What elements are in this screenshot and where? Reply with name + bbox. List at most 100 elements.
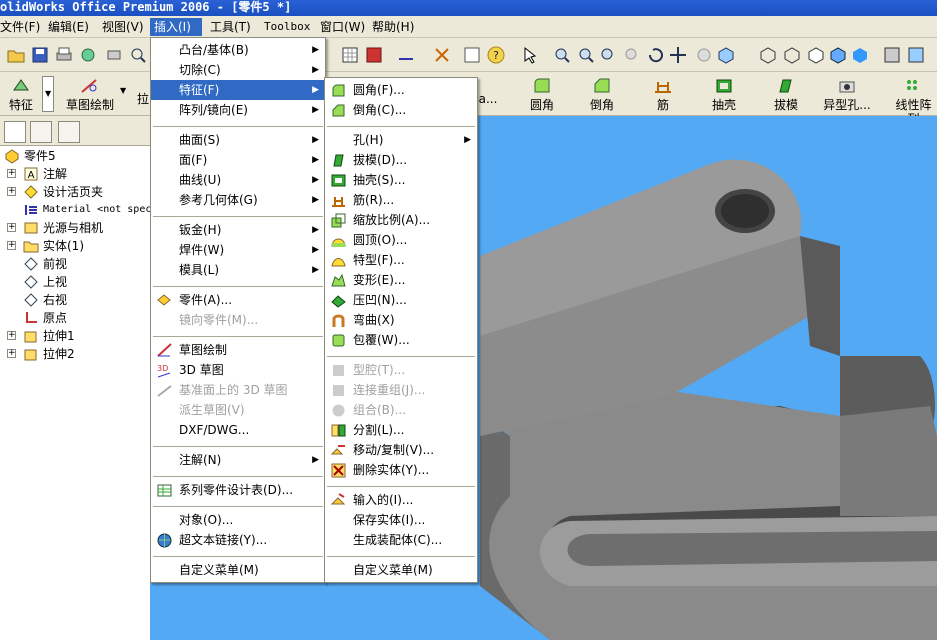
menu-item-pattern-mirror[interactable]: 阵列/镜向(E) ▶ bbox=[151, 100, 325, 120]
wireframe-icon[interactable] bbox=[758, 45, 778, 65]
menu-item-create-assembly[interactable]: 生成装配体(C)... bbox=[325, 530, 477, 550]
menu-item-scale[interactable]: 缩放比例(A)... bbox=[325, 210, 477, 230]
shaded-icon[interactable] bbox=[850, 45, 870, 65]
rotate-icon[interactable] bbox=[646, 45, 666, 65]
expand-icon[interactable]: + bbox=[7, 331, 16, 340]
menu-item-dome[interactable]: 圆顶(O)... bbox=[325, 230, 477, 250]
expand-icon[interactable]: + bbox=[7, 187, 16, 196]
open-icon[interactable] bbox=[6, 45, 26, 65]
section-view-icon[interactable] bbox=[882, 45, 902, 65]
menu-item-mirror-part[interactable]: 镜向零件(M)... bbox=[151, 310, 325, 330]
menu-item-object[interactable]: 对象(O)... bbox=[151, 510, 325, 530]
menu-item-imported[interactable]: 输入的(I)... bbox=[325, 490, 477, 510]
menu-item-reference-geometry[interactable]: 参考几何体(G) ▶ bbox=[151, 190, 325, 210]
menu-item-move-copy[interactable]: 移动/复制(V)... bbox=[325, 440, 477, 460]
fillet-button[interactable]: 圆角 bbox=[524, 76, 560, 112]
grid-icon[interactable] bbox=[340, 45, 360, 65]
tab-feature-manager[interactable] bbox=[4, 121, 26, 143]
perspective-icon[interactable] bbox=[906, 45, 926, 65]
menu-item-combine[interactable]: 组合(B)... bbox=[325, 400, 477, 420]
rib-button[interactable]: 筋 bbox=[648, 76, 678, 112]
menu-file[interactable]: 文件(F) bbox=[0, 18, 44, 36]
tab-configuration-manager[interactable] bbox=[58, 121, 80, 143]
menu-edit[interactable]: 编辑(E) bbox=[44, 18, 93, 36]
menu-window[interactable]: 窗口(W) bbox=[316, 18, 369, 36]
tab-property-manager[interactable] bbox=[30, 121, 52, 143]
menu-item-derived-sketch[interactable]: 派生草图(V) bbox=[151, 400, 325, 420]
draft-button[interactable]: 拔模 bbox=[768, 76, 804, 112]
shaded-edges-icon[interactable] bbox=[828, 45, 848, 65]
menu-item-curve[interactable]: 曲线(U) ▶ bbox=[151, 170, 325, 190]
menu-item-customize-menu[interactable]: 自定义菜单(M) bbox=[151, 560, 325, 580]
zoom-inout-icon[interactable] bbox=[598, 45, 618, 65]
menu-item-indent[interactable]: 压凹(N)... bbox=[325, 290, 477, 310]
chamfer-button[interactable]: 倒角 bbox=[584, 76, 620, 112]
print-icon[interactable] bbox=[54, 45, 74, 65]
menu-item-rib[interactable]: 筋(R)... bbox=[325, 190, 477, 210]
zoom-fit-icon[interactable] bbox=[552, 45, 572, 65]
menu-item-features[interactable]: 特征(F) ▶ bbox=[151, 80, 325, 100]
menu-item-surface[interactable]: 曲面(S) ▶ bbox=[151, 130, 325, 150]
menu-item-boss-base[interactable]: 凸台/基体(B) ▶ bbox=[151, 40, 325, 60]
features-tab-dropdown[interactable]: ▼ bbox=[42, 76, 54, 112]
features-tab-button[interactable]: 特征 bbox=[0, 76, 42, 112]
menu-item-annotations[interactable]: 注解(N) ▶ bbox=[151, 450, 325, 470]
sketch-tab-button[interactable]: 草图绘制 bbox=[58, 76, 122, 112]
zoom-area-icon[interactable] bbox=[576, 45, 596, 65]
expand-icon[interactable]: + bbox=[7, 241, 16, 250]
menu-item-flex[interactable]: 弯曲(X) bbox=[325, 310, 477, 330]
menu-item-part[interactable]: 零件(A)... bbox=[151, 290, 325, 310]
menu-toolbox[interactable]: Toolbox bbox=[260, 18, 314, 36]
shell-button[interactable]: 抽壳 bbox=[706, 76, 742, 112]
pan-icon[interactable] bbox=[668, 45, 688, 65]
zoom-selection-icon[interactable] bbox=[622, 45, 642, 65]
rebuild-icon[interactable] bbox=[432, 45, 452, 65]
menu-item-deform[interactable]: 变形(E)... bbox=[325, 270, 477, 290]
select-icon[interactable] bbox=[520, 45, 540, 65]
menu-item-chamfer[interactable]: 倒角(C)... bbox=[325, 100, 477, 120]
menu-item-customize-menu[interactable]: 自定义菜单(M) bbox=[325, 560, 477, 580]
menu-tools[interactable]: 工具(T) bbox=[206, 18, 255, 36]
menu-view[interactable]: 视图(V) bbox=[98, 18, 148, 36]
menu-item-cavity[interactable]: 型腔(T)... bbox=[325, 360, 477, 380]
menu-item-split[interactable]: 分割(L)... bbox=[325, 420, 477, 440]
view-orientation-icon[interactable] bbox=[716, 45, 736, 65]
menu-item-draft[interactable]: 拔模(D)... bbox=[325, 150, 477, 170]
hidden-lines-removed-icon[interactable] bbox=[806, 45, 826, 65]
menu-item-shape[interactable]: 特型(F)... bbox=[325, 250, 477, 270]
menu-item-molds[interactable]: 模具(L) ▶ bbox=[151, 260, 325, 280]
hidden-lines-visible-icon[interactable] bbox=[782, 45, 802, 65]
menu-item-weldments[interactable]: 焊件(W) ▶ bbox=[151, 240, 325, 260]
zoom-preview-icon[interactable] bbox=[128, 45, 148, 65]
menu-item-wrap[interactable]: 包覆(W)... bbox=[325, 330, 477, 350]
help-icon[interactable]: ? bbox=[486, 45, 506, 65]
expand-icon[interactable]: + bbox=[7, 223, 16, 232]
menu-item-design-table[interactable]: 系列零件设计表(D)... bbox=[151, 480, 325, 500]
table-icon[interactable] bbox=[364, 45, 384, 65]
roll-icon[interactable] bbox=[694, 45, 714, 65]
menu-item-dxf-dwg[interactable]: DXF/DWG... bbox=[151, 420, 325, 440]
menu-item-delete-body[interactable]: 删除实体(Y)... bbox=[325, 460, 477, 480]
menu-item-sheet-metal[interactable]: 钣金(H) ▶ bbox=[151, 220, 325, 240]
menu-item-save-bodies[interactable]: 保存实体(I)... bbox=[325, 510, 477, 530]
menu-insert[interactable]: 插入(I) bbox=[150, 18, 202, 36]
menu-item-3d-sketch[interactable]: 3D 3D 草图 bbox=[151, 360, 325, 380]
save-icon[interactable] bbox=[30, 45, 50, 65]
menu-item-hole[interactable]: 孔(H) ▶ bbox=[325, 130, 477, 150]
expand-icon[interactable]: + bbox=[7, 349, 16, 358]
extrude-button-partial[interactable]: 拉 bbox=[136, 92, 150, 106]
menu-item-cut[interactable]: 切除(C) ▶ bbox=[151, 60, 325, 80]
options-icon[interactable] bbox=[78, 45, 98, 65]
list-icon[interactable] bbox=[462, 45, 482, 65]
menu-item-shell[interactable]: 抽壳(S)... bbox=[325, 170, 477, 190]
menu-item-hyperlink[interactable]: 超文本链接(Y)... bbox=[151, 530, 325, 550]
menu-item-3d-sketch-on-plane[interactable]: 基准面上的 3D 草图 bbox=[151, 380, 325, 400]
menu-item-face[interactable]: 面(F) ▶ bbox=[151, 150, 325, 170]
sketch-tab-dropdown[interactable]: ▼ bbox=[120, 86, 126, 95]
measure-icon[interactable] bbox=[396, 45, 416, 65]
menu-help[interactable]: 帮助(H) bbox=[368, 18, 418, 36]
print-preview-icon[interactable] bbox=[104, 45, 124, 65]
menu-item-fillet[interactable]: 圆角(F)... bbox=[325, 80, 477, 100]
hole-wizard-button[interactable]: 异型孔... bbox=[818, 76, 876, 112]
menu-item-sketch[interactable]: 草图绘制 bbox=[151, 340, 325, 360]
